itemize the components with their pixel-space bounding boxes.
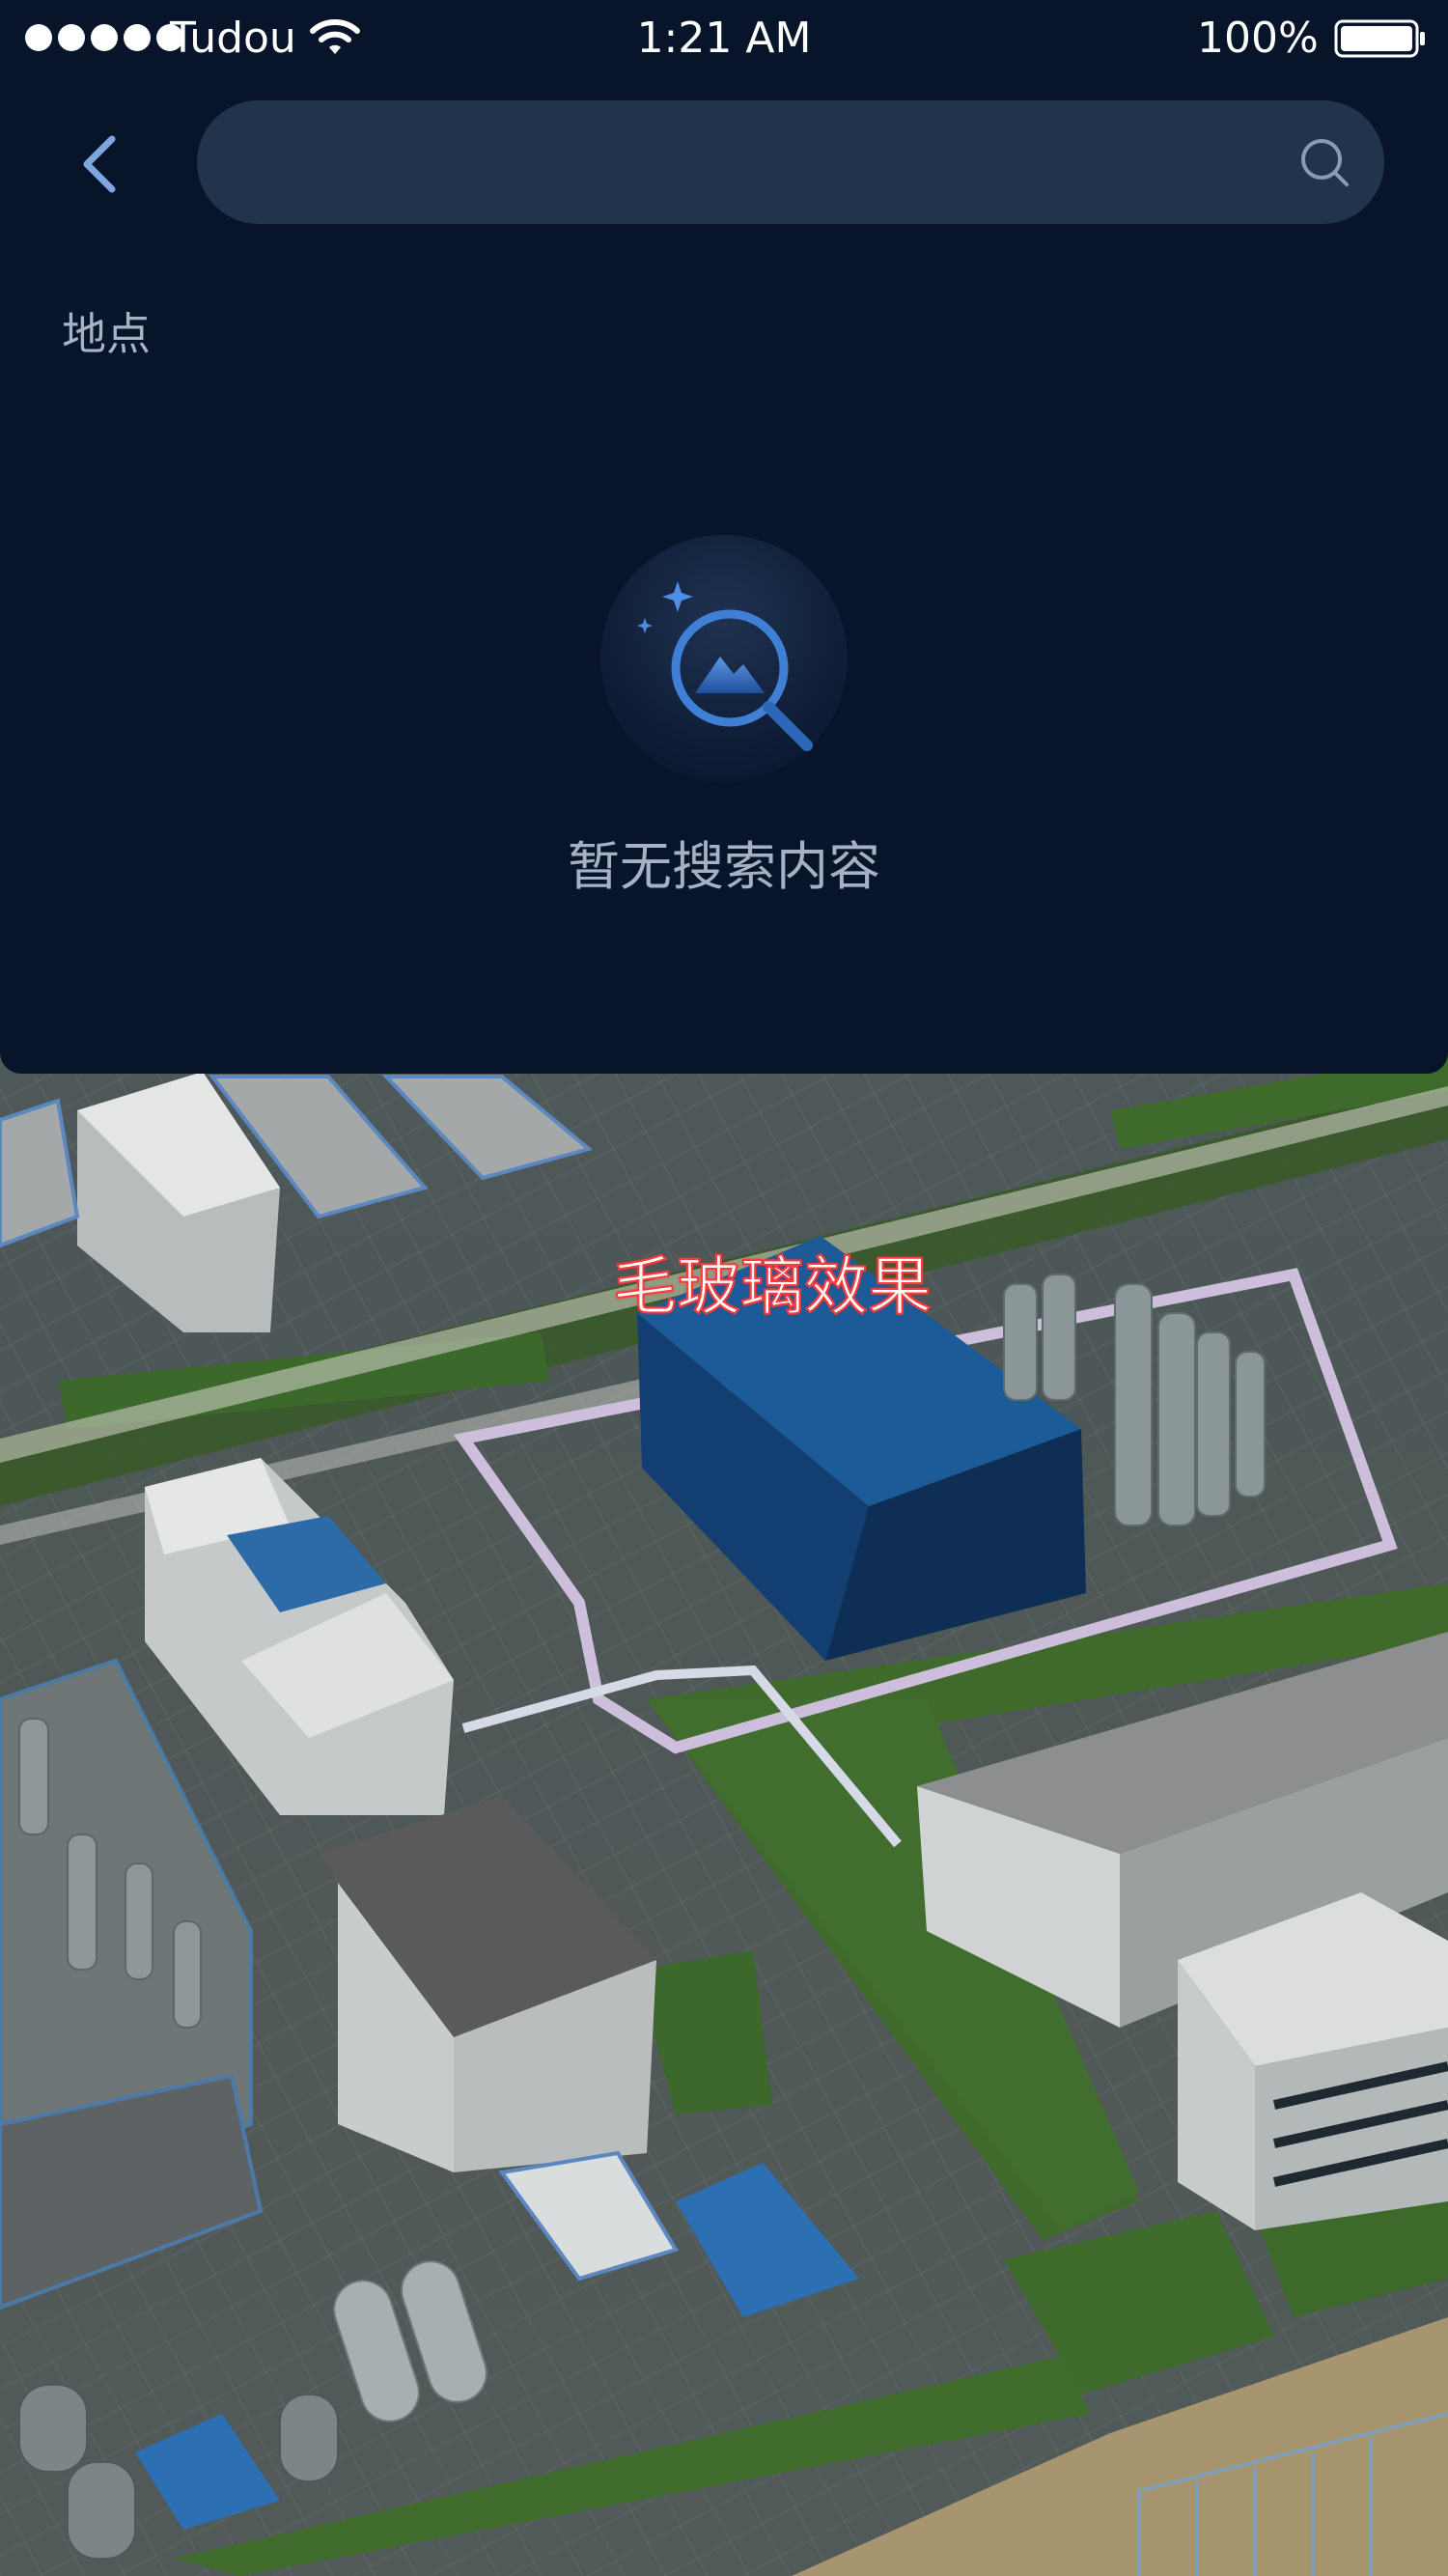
search-icon[interactable]	[1297, 135, 1351, 189]
signal-dots-icon	[25, 21, 183, 54]
empty-search-icon	[600, 535, 848, 782]
search-panel: Tudou 1:21 AM 100% 地点 暂无搜索内容	[0, 0, 1448, 1074]
back-button[interactable]	[68, 126, 135, 203]
carrier-name: Tudou	[170, 14, 296, 63]
battery-icon	[1334, 19, 1425, 58]
search-bar[interactable]	[197, 100, 1384, 224]
status-time: 1:21 AM	[636, 14, 812, 63]
status-bar: Tudou 1:21 AM 100%	[0, 0, 1448, 77]
battery-percent: 100%	[1197, 14, 1319, 63]
search-input[interactable]	[236, 124, 1263, 203]
wifi-icon	[310, 19, 360, 54]
chevron-left-icon	[83, 135, 116, 193]
empty-state-message: 暂无搜索内容	[568, 836, 880, 897]
section-title-places: 地点	[62, 308, 151, 360]
map-overlay-label: 毛玻璃效果	[612, 1248, 933, 1325]
